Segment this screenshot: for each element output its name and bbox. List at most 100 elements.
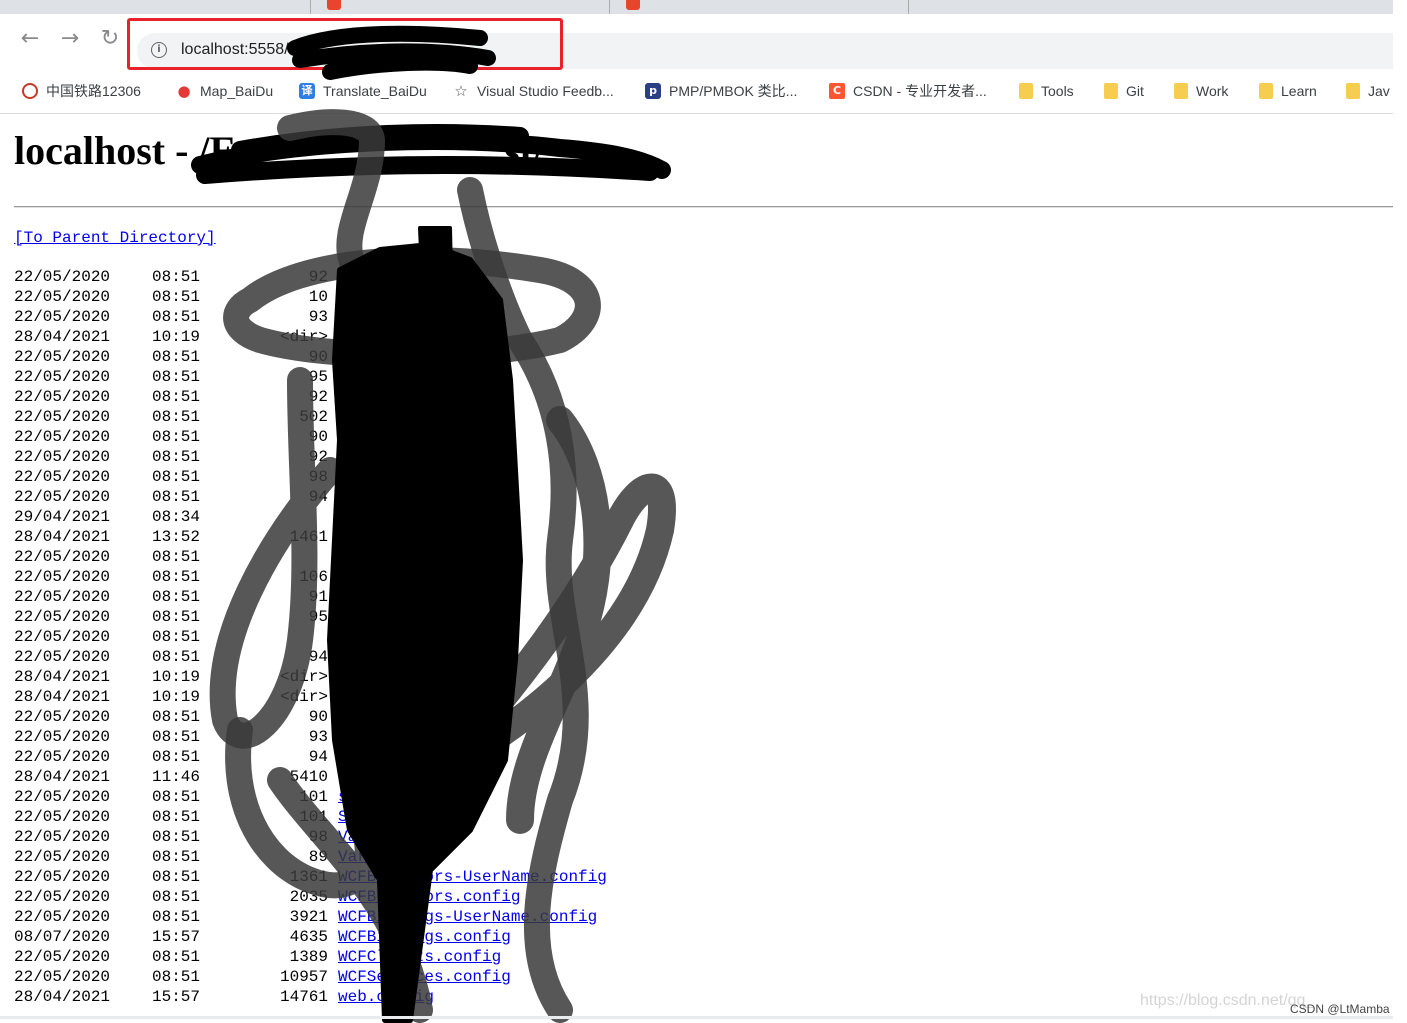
- bookmark-item[interactable]: Jav: [1346, 80, 1390, 102]
- file-date: 22/05/2020: [14, 368, 111, 386]
- file-link[interactable]: WCFBehaviors-UserName.config: [338, 867, 607, 887]
- bookmark-item[interactable]: C CSDN - 专业开发者...: [829, 80, 987, 102]
- file-size: 94: [308, 748, 328, 766]
- translate-icon: 译: [299, 83, 315, 99]
- file-link[interactable]: WCFClients.config: [338, 947, 501, 967]
- file-time: 08:51: [152, 288, 201, 306]
- page-title-start: localhost - /E: [14, 128, 237, 173]
- file-link[interactable]: web.config: [338, 987, 434, 1007]
- bookmark-label: PMP/PMBOK 类比...: [669, 83, 798, 99]
- file-time: 08:51: [152, 708, 201, 726]
- file-link[interactable]: svc: [338, 787, 367, 807]
- file-link[interactable]: e.svc: [338, 367, 386, 387]
- file-time: 08:51: [152, 348, 201, 366]
- file-date: 22/05/2020: [14, 628, 111, 646]
- file-link[interactable]: WebHost.csproj.user: [338, 527, 520, 547]
- url-watermark: https://blog.csdn.net/qq_: [1140, 992, 1315, 1009]
- bookmark-item[interactable]: ☆ Visual Studio Feedb...: [453, 80, 613, 102]
- browser-tab[interactable]: [610, 0, 909, 14]
- file-link[interactable]: WCFServices.config: [338, 967, 511, 987]
- bookmark-item[interactable]: Work: [1174, 80, 1228, 102]
- file-link[interactable]: WCFBehaviors.config: [338, 887, 520, 907]
- file-time: 08:51: [152, 408, 201, 426]
- file-date: 22/05/2020: [14, 748, 111, 766]
- file-date: 22/05/2020: [14, 728, 111, 746]
- file-link[interactable]: WebHost.csproj: [338, 507, 472, 527]
- bookmark-item[interactable]: 译 Translate_BaiDu: [299, 80, 427, 102]
- reload-icon[interactable]: ↻: [97, 26, 123, 52]
- file-size: 14761: [279, 988, 328, 1006]
- page-title: localhost - /E st/: [14, 127, 544, 175]
- bookmark-item[interactable]: 中国铁路12306: [22, 80, 141, 102]
- file-time: 08:51: [152, 588, 201, 606]
- feedback-icon: ☆: [454, 82, 468, 100]
- file-size: <dir>: [279, 688, 328, 706]
- file-link[interactable]: Service.svc: [338, 807, 444, 827]
- file-link[interactable]: e.svc: [338, 627, 386, 647]
- forward-arrow-icon[interactable]: →: [57, 26, 83, 52]
- bookmark-label: 中国铁路12306: [46, 83, 141, 99]
- file-link[interactable]: e.svc: [338, 747, 386, 767]
- file-time: 08:51: [152, 608, 201, 626]
- csdn-watermark: CSDN @LtMamba: [1290, 1002, 1390, 1016]
- file-date: 22/05/2020: [14, 548, 111, 566]
- file-time: 08:51: [152, 568, 201, 586]
- browser-tab[interactable]: [311, 0, 610, 14]
- map-pin-icon: ●: [177, 82, 191, 100]
- file-date: 22/05/2020: [14, 488, 111, 506]
- file-time: 08:51: [152, 908, 201, 926]
- folder-icon: [1104, 83, 1118, 99]
- file-size: 89: [308, 848, 328, 866]
- bookmark-item[interactable]: p PMP/PMBOK 类比...: [645, 80, 797, 102]
- browser-tab[interactable]: [0, 0, 311, 14]
- file-date: 22/05/2020: [14, 428, 111, 446]
- file-date: 22/05/2020: [14, 848, 111, 866]
- file-date: 28/04/2021: [14, 688, 111, 706]
- url-highlight-box: [127, 18, 563, 70]
- file-date: 22/05/2020: [14, 648, 111, 666]
- file-time: 08:51: [152, 468, 201, 486]
- file-link[interactable]: Var: [338, 847, 367, 867]
- file-size: 1461: [289, 528, 328, 546]
- back-arrow-icon[interactable]: ←: [17, 26, 43, 52]
- file-date: 22/05/2020: [14, 468, 111, 486]
- file-size: 1361: [289, 868, 328, 886]
- file-link[interactable]: Value: [338, 827, 386, 847]
- file-time: 08:51: [152, 648, 201, 666]
- pmp-icon: p: [645, 83, 661, 99]
- file-date: 22/05/2020: [14, 908, 111, 926]
- parent-directory-link[interactable]: [To Parent Directory]: [14, 228, 216, 248]
- file-link[interactable]: Service.svc: [338, 467, 444, 487]
- folder-icon: [1174, 83, 1188, 99]
- file-time: 08:51: [152, 368, 201, 386]
- file-link[interactable]: WCFBindings.config: [338, 927, 511, 947]
- file-time: 10:19: [152, 688, 201, 706]
- file-size: <dir>: [279, 328, 328, 346]
- file-date: 22/05/2020: [14, 308, 111, 326]
- file-date: 22/05/2020: [14, 888, 111, 906]
- file-size: 98: [308, 468, 328, 486]
- file-size: 94: [308, 488, 328, 506]
- file-time: 08:51: [152, 548, 201, 566]
- folder-icon: [1019, 83, 1033, 99]
- file-size: 98: [308, 828, 328, 846]
- bookmark-label: Git: [1126, 83, 1144, 99]
- file-size: 101: [299, 788, 328, 806]
- file-date: 28/04/2021: [14, 988, 111, 1006]
- bookmark-item[interactable]: Git: [1104, 80, 1144, 102]
- bookmark-item[interactable]: Tools: [1019, 80, 1074, 102]
- file-size: 90: [308, 428, 328, 446]
- file-link[interactable]: WCFBindings-UserName.config: [338, 907, 597, 927]
- file-size: 502: [299, 408, 328, 426]
- file-date: 22/05/2020: [14, 588, 111, 606]
- file-size: 90: [308, 708, 328, 726]
- file-size: 95: [308, 368, 328, 386]
- file-date: 22/05/2020: [14, 288, 111, 306]
- file-date: 22/05/2020: [14, 568, 111, 586]
- file-time: 08:51: [152, 728, 201, 746]
- file-link[interactable]: WCFService.svc: [338, 287, 472, 307]
- file-time: 08:34: [152, 508, 201, 526]
- bookmark-item[interactable]: Learn: [1259, 80, 1317, 102]
- file-date: 22/05/2020: [14, 948, 111, 966]
- bookmark-item[interactable]: ● Map_BaiDu: [176, 80, 273, 102]
